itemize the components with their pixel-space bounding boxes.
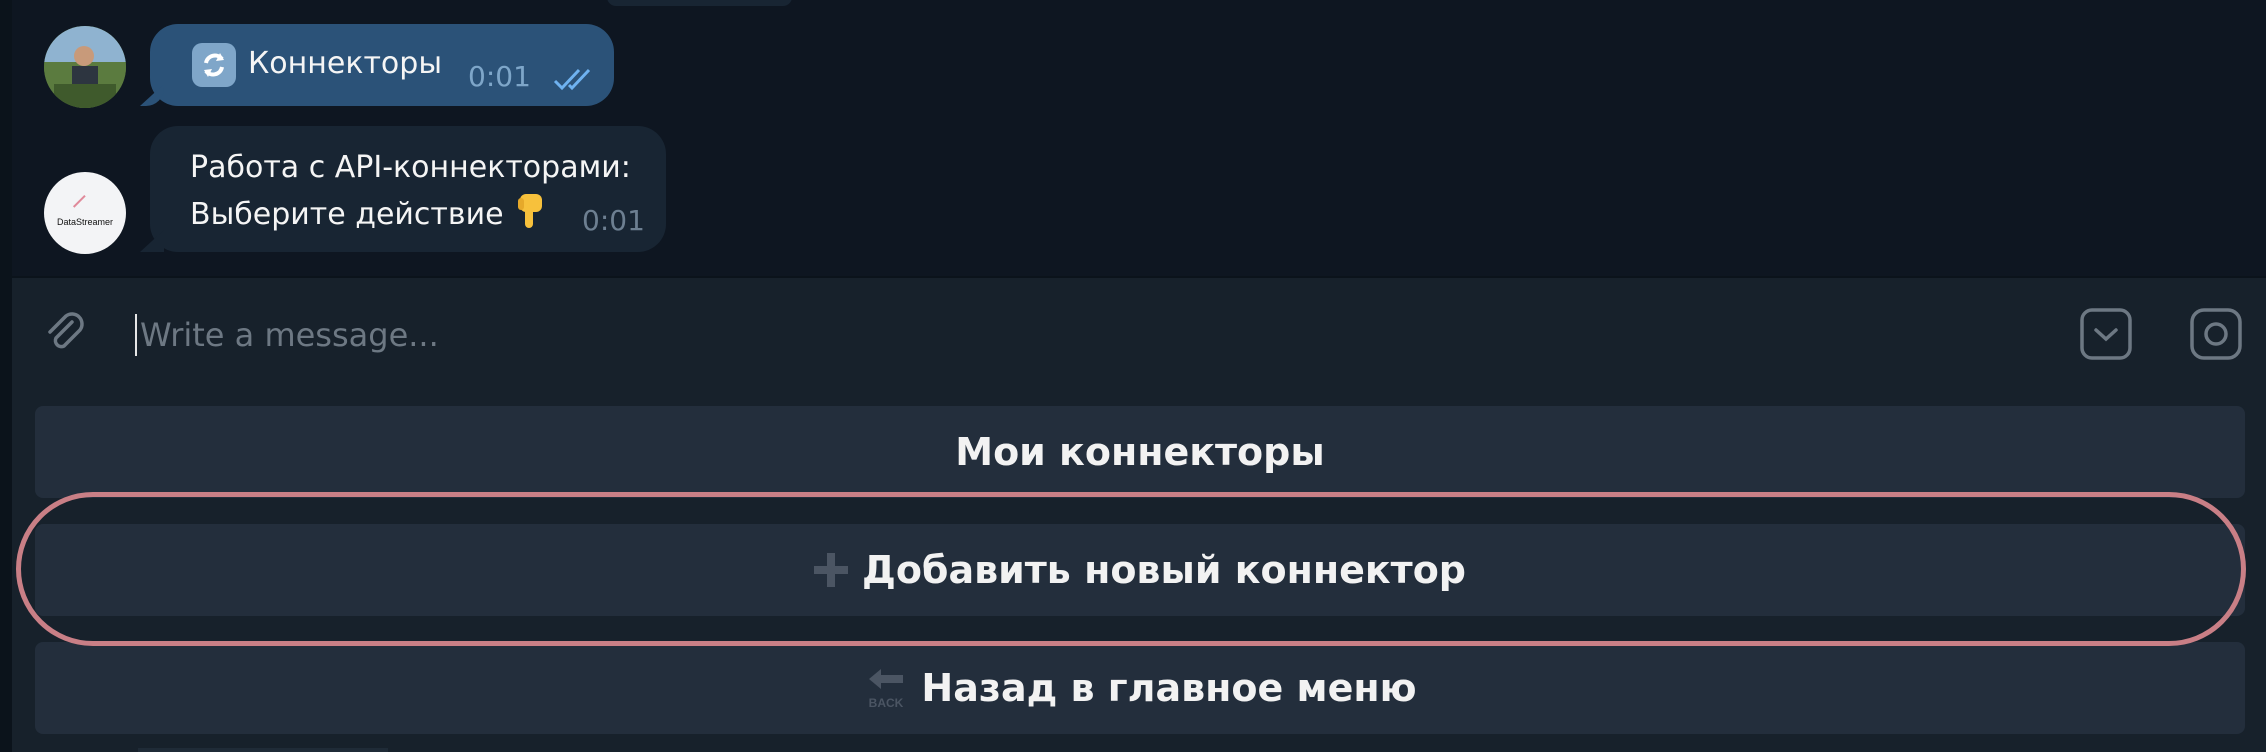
incoming-message-line2-wrap: Выберите действие <box>190 190 631 237</box>
text-caret <box>135 314 137 356</box>
my-connectors-button[interactable]: Мои коннекторы <box>35 406 2245 498</box>
sticker-icon[interactable] <box>2078 306 2134 366</box>
add-connector-label: Добавить новый коннектор <box>861 548 1466 592</box>
add-connector-button[interactable]: Добавить новый коннектор <box>35 524 2245 616</box>
incoming-message-text: Работа с API-коннекторами: Выберите дейс… <box>190 146 631 237</box>
double-check-icon <box>553 64 597 99</box>
message-composer <box>12 276 2266 388</box>
outgoing-message-time: 0:01 <box>468 60 531 93</box>
back-to-main-menu-button[interactable]: BACK Назад в главное меню <box>35 642 2245 734</box>
back-icon-text: BACK <box>869 696 904 710</box>
outgoing-message-text: Коннекторы <box>248 46 443 81</box>
window-edge <box>0 0 12 752</box>
bot-logo-mark <box>72 194 98 220</box>
refresh-icon <box>192 43 236 87</box>
message-input[interactable] <box>138 306 1322 364</box>
plus-icon <box>813 553 848 587</box>
bot-reply-keyboard: Мои коннекторы Добавить новый коннектор … <box>12 386 2266 752</box>
outgoing-message[interactable]: Коннекторы 0:01 <box>150 24 614 106</box>
paperclip-icon[interactable] <box>40 308 90 362</box>
user-avatar[interactable] <box>44 26 126 108</box>
pointing-down-icon <box>512 190 548 230</box>
incoming-message-time: 0:01 <box>582 204 645 237</box>
telegram-chat-window: Коннекторы 0:01 DataStreamer Работа с AP… <box>0 0 2266 752</box>
back-arrow-icon: BACK <box>863 665 909 711</box>
incoming-message-line1: Работа с API-коннекторами: <box>190 150 631 185</box>
camera-icon[interactable] <box>2188 306 2244 366</box>
incoming-message[interactable]: Работа с API-коннекторами: Выберите дейс… <box>150 126 666 252</box>
bot-avatar[interactable]: DataStreamer <box>44 172 126 254</box>
message-history[interactable]: Коннекторы 0:01 DataStreamer Работа с AP… <box>12 0 2266 276</box>
keyboard-bottom-stub <box>138 748 388 752</box>
previous-message-stub <box>607 0 792 6</box>
my-connectors-label: Мои коннекторы <box>955 430 1325 474</box>
incoming-message-line2: Выберите действие <box>190 197 504 232</box>
back-to-main-menu-label: Назад в главное меню <box>921 666 1417 710</box>
